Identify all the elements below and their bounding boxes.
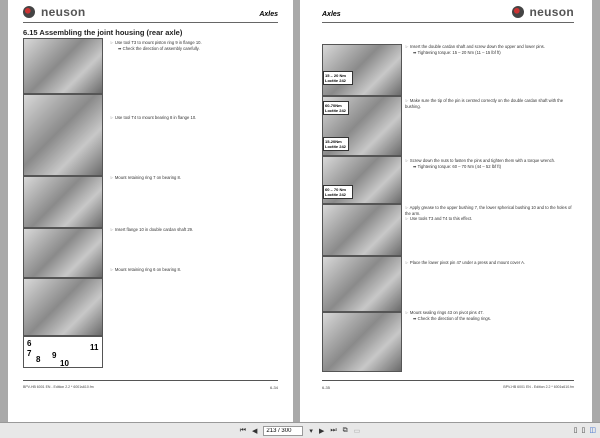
- photo-step-5: [322, 256, 402, 312]
- step-3: ☞ Screw down the nuts to fasten the pins…: [405, 158, 575, 169]
- photo-step-2: 60-70Nm Loctite 242 15-20Nm Loctite 242: [322, 96, 402, 156]
- rotate-view-icon[interactable]: ⧉: [343, 427, 348, 435]
- continuous-view-icon[interactable]: ▯: [582, 426, 586, 434]
- section-title: Axles: [259, 11, 278, 18]
- header-rule: [23, 22, 278, 23]
- footer-rule: [23, 380, 278, 381]
- photo-step-3: 60 – 70 Nm Loctite 242: [322, 156, 402, 204]
- torque-label: 15-20Nm Loctite 242: [323, 137, 349, 151]
- step-text: ☞ Make sure the tip of the pin is centre…: [405, 98, 564, 109]
- step-note: ➡ Check the direction of assembly carefu…: [118, 45, 200, 51]
- right-page: Axles neuson 15 – 20 Nm Loctite 242 60-7…: [300, 0, 592, 422]
- torque-label: 15 – 20 Nm Loctite 242: [323, 71, 353, 85]
- first-page-icon[interactable]: ⏮: [240, 427, 246, 435]
- header-rule: [322, 22, 574, 23]
- photo-step-6: [322, 312, 402, 372]
- step-text: ☞ Mount retaining ring 7 on bearing 8.: [110, 175, 182, 180]
- step-1: ☞ Insert the double cardan shaft and scr…: [405, 44, 575, 55]
- step-3: ☞ Mount retaining ring 7 on bearing 8.: [110, 175, 280, 181]
- next-page-icon[interactable]: ▶: [319, 427, 324, 435]
- footer-doc-ref: BPV-HB 6001 EN - Edition 2.2 * 6001s610.…: [23, 385, 94, 389]
- left-page: neuson Axles 6.15 Assembling the joint h…: [8, 0, 293, 422]
- page-number-input[interactable]: [263, 425, 304, 436]
- photo-step-5: [23, 278, 103, 336]
- photo-step-3: [23, 176, 103, 228]
- step-2: ☞ Use tool T4 to mount bearing 8 in flan…: [110, 115, 280, 121]
- two-page-view-icon[interactable]: ◫: [589, 426, 596, 434]
- step-5: ☞ Place the lower pivot pin 47 under a p…: [405, 260, 575, 266]
- diagram-label: 10: [60, 359, 69, 368]
- step-text: ☞ Use tools T3 and T4 to this effect.: [405, 216, 473, 221]
- step-note: ➡ Check the direction of the sealing rin…: [413, 315, 491, 321]
- diagram-label: 11: [90, 343, 99, 352]
- footer-doc-ref: BPV-HB 6001 EN - Edition 2.2 * 6001s610.…: [503, 385, 574, 389]
- step-text: ☞ Place the lower pivot pin 47 under a p…: [405, 260, 526, 265]
- section-title: Axles: [322, 11, 341, 18]
- photo-step-1: [23, 38, 103, 94]
- neuson-logo-icon: [23, 6, 35, 18]
- step-text: ☞ Mount retaining ring 6 on bearing 8.: [110, 267, 182, 272]
- step-text: ☞ Use tool T4 to mount bearing 8 in flan…: [110, 115, 197, 120]
- photo-step-4: [23, 228, 103, 278]
- step-note: ➡ Tightening torque: 15 – 20 Nm (11 – 15…: [413, 49, 501, 55]
- page-number: 6-34: [269, 385, 278, 390]
- previous-page-icon[interactable]: ◀: [252, 427, 257, 435]
- step-4: ☞ Insert flange 10 in double cardan shaf…: [110, 227, 280, 233]
- torque-label: 60-70Nm Loctite 242: [323, 101, 349, 115]
- torque-label: 60 – 70 Nm Loctite 242: [323, 185, 353, 199]
- diagram-label: 9: [52, 351, 57, 360]
- step-text: ☞ Insert flange 10 in double cardan shaf…: [110, 227, 194, 232]
- step-5: ☞ Mount retaining ring 6 on bearing 8.: [110, 267, 280, 273]
- step-note: ➡ Tightening torque: 60 – 70 Nm (44 – 52…: [413, 163, 502, 169]
- copy-icon[interactable]: ▭: [354, 427, 361, 435]
- step-6: ☞ Mount sealing rings 43 on pivot pins 4…: [405, 310, 575, 321]
- photo-step-1: 15 – 20 Nm Loctite 242: [322, 44, 402, 96]
- page-heading: 6.15 Assembling the joint housing (rear …: [23, 28, 183, 37]
- step-text: ☞ Apply grease to the upper bushing 7, t…: [405, 205, 572, 216]
- photo-step-4: [322, 204, 402, 256]
- navigation-toolbar: ⏮ ◀ ▾ ▶ ⏭ ⧉ ▭ ▯ ▯ ◫: [0, 422, 600, 438]
- diagram-label: 8: [36, 355, 41, 364]
- brand-logo: neuson: [511, 5, 574, 19]
- single-page-view-icon[interactable]: ▯: [574, 426, 578, 434]
- page-number: 6-35: [322, 385, 331, 390]
- brand-name: neuson: [41, 5, 86, 19]
- exploded-diagram: 6 7 8 9 10 11: [23, 336, 103, 368]
- footer-rule: [322, 380, 574, 381]
- diagram-label: 7: [27, 349, 32, 358]
- brand-name: neuson: [529, 5, 574, 19]
- step-4: ☞ Apply grease to the upper bushing 7, t…: [405, 205, 575, 222]
- diagram-label: 6: [27, 339, 32, 348]
- step-text: ☞ Screw down the nuts to fasten the pins…: [405, 158, 556, 163]
- brand-logo: neuson: [23, 5, 85, 19]
- step-2: ☞ Make sure the tip of the pin is centre…: [405, 98, 575, 109]
- last-page-icon[interactable]: ⏭: [330, 427, 336, 435]
- neuson-logo-icon: [511, 6, 524, 18]
- page-dropdown-icon[interactable]: ▾: [309, 427, 313, 435]
- photo-step-2: [23, 94, 103, 176]
- step-1: ☞ Use tool T3 to mount piston ring 9 in …: [110, 40, 280, 51]
